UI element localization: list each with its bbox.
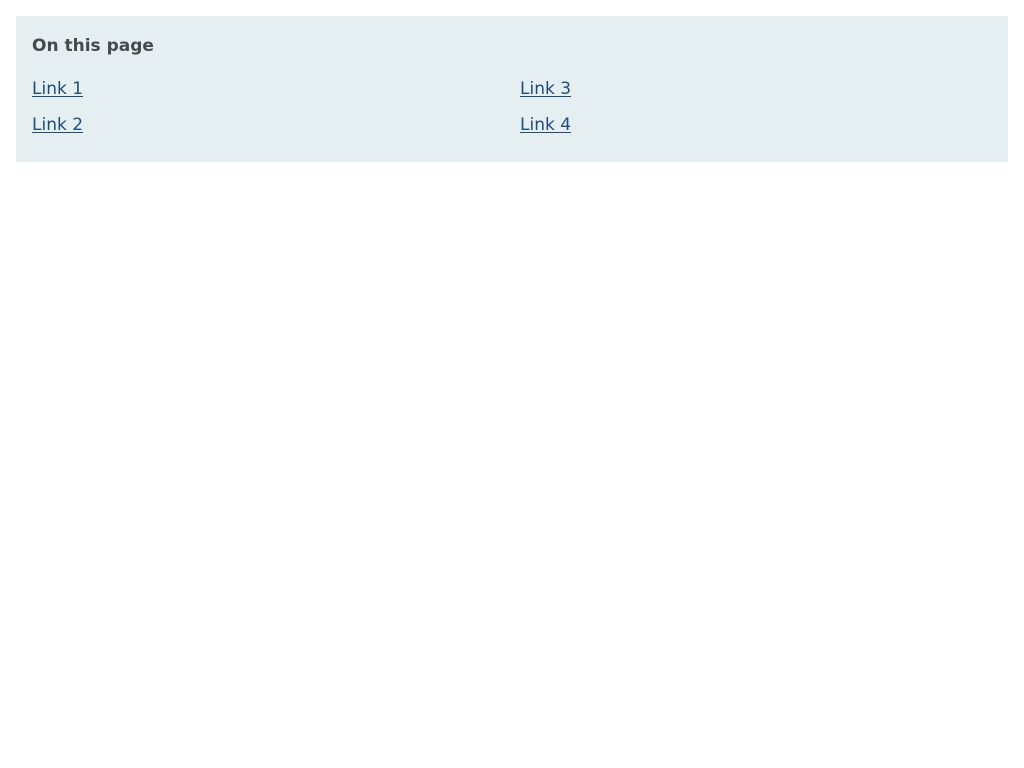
- list-item: Link 4: [520, 113, 1008, 149]
- toc-link-1[interactable]: Link 1: [32, 79, 83, 99]
- toc-link-4[interactable]: Link 4: [520, 115, 571, 135]
- on-this-page-links: Link 1 Link 2 Link 3 Link 4: [32, 77, 992, 149]
- on-this-page-title: On this page: [32, 36, 154, 56]
- list-item: Link 1: [32, 77, 520, 113]
- on-this-page-panel: On this page Link 1 Link 2 Link 3 Link 4: [16, 16, 1008, 162]
- toc-link-2[interactable]: Link 2: [32, 115, 83, 135]
- toc-link-3[interactable]: Link 3: [520, 79, 571, 99]
- page: On this page Link 1 Link 2 Link 3 Link 4: [0, 0, 1024, 768]
- list-item: Link 2: [32, 113, 520, 149]
- list-item: Link 3: [520, 77, 1008, 113]
